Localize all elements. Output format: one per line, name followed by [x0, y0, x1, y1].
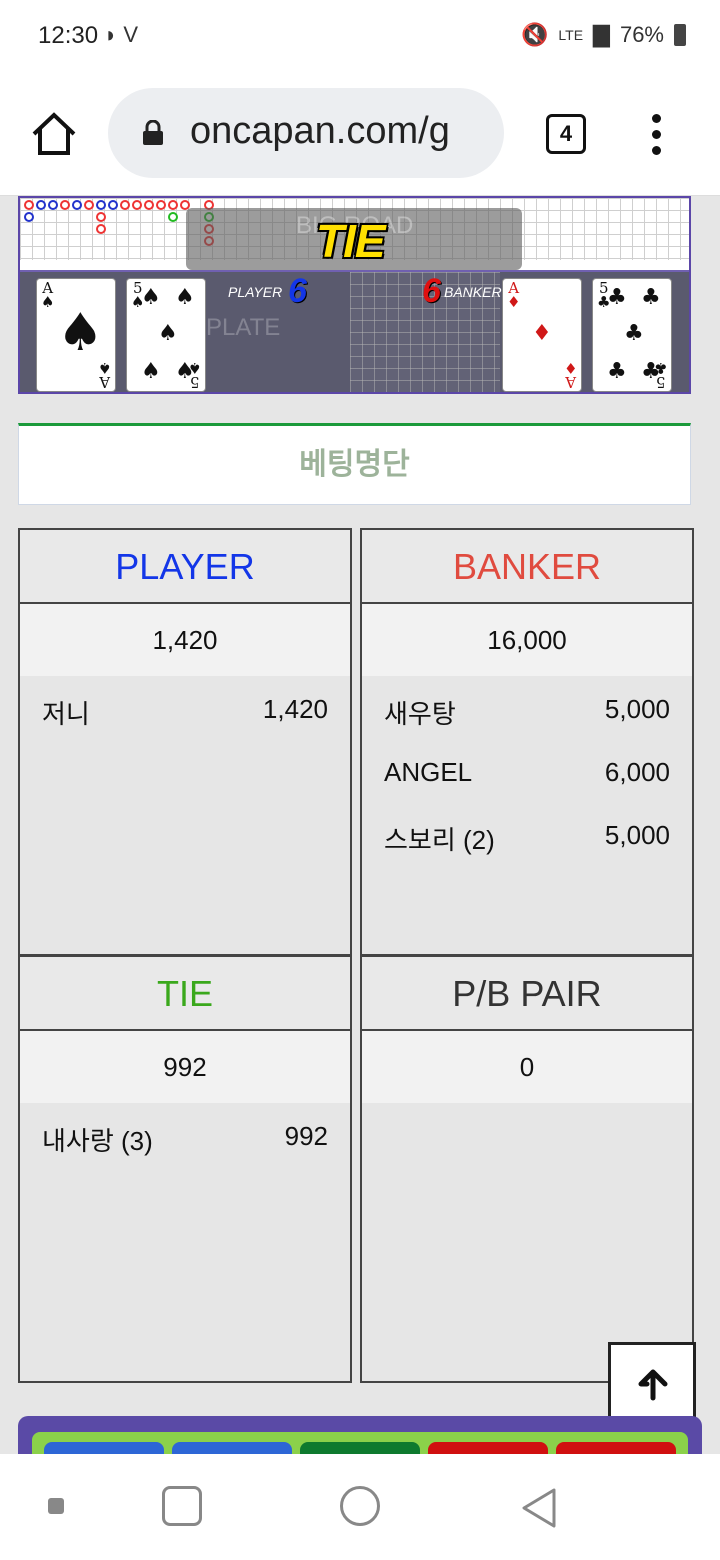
- spade-icon: ♠: [175, 285, 195, 310]
- spade-icon: ♠: [141, 285, 161, 310]
- card-panel: PLATE A ♠ ♠ A ♠ 5 ♠ ♠ ♠ ♠ ♠ ♠ 5 ♠ PLAYER 6 6…: [20, 270, 689, 392]
- list-item: ANGEL 6,000: [362, 739, 692, 802]
- bet-amount: 5,000: [604, 694, 670, 724]
- banker-score-label: BANKER: [444, 284, 502, 300]
- url-text: oncapan.com/g: [190, 110, 450, 152]
- bet-amount: 992: [284, 1121, 328, 1151]
- notification-icons: ◗ V: [104, 22, 139, 47]
- pair-bet-panel: P/B PAIR 0: [360, 955, 694, 1383]
- status-time: 12:30: [38, 22, 99, 49]
- spade-icon: ♠: [57, 303, 104, 363]
- battery-text: 76%: [619, 22, 664, 47]
- banker-bet-panel: BANKER 16,000 새우탕 5,000 ANGEL 6,000 스보리 …: [360, 528, 694, 956]
- bet-amount: 6,000: [604, 757, 670, 787]
- home-nav-icon[interactable]: [340, 1486, 380, 1526]
- list-item: 새우탕 5,000: [362, 676, 692, 739]
- game-board: BIG ROAD TIE PLATE A ♠ ♠ A ♠ 5 ♠ ♠ ♠ ♠ ♠ ♠ …: [18, 196, 691, 394]
- recents-icon[interactable]: [162, 1486, 202, 1526]
- bettor-name: ANGEL: [384, 757, 473, 787]
- browser-toolbar: oncapan.com/g 4: [0, 72, 720, 196]
- tab-switcher-button[interactable]: 4: [546, 114, 586, 154]
- player-card-2: 5 ♠ ♠ ♠ ♠ ♠ ♠ 5 ♠: [126, 278, 206, 392]
- banker-card-1: A ♦ ♦ A ♦: [502, 278, 582, 392]
- network-label: LTE: [558, 27, 584, 43]
- bet-amount: 1,420: [262, 694, 328, 724]
- more-menu-icon[interactable]: [648, 114, 664, 158]
- list-item: 스보리 (2) 5,000: [362, 802, 692, 865]
- betting-list-title: 베팅명단: [299, 448, 410, 481]
- diamond-icon: ♦: [532, 321, 552, 346]
- back-icon[interactable]: [518, 1486, 558, 1530]
- tie-bet-panel: TIE 992 내사랑 (3) 992: [18, 955, 352, 1383]
- banker-panel-title: BANKER: [362, 530, 692, 604]
- spade-icon: ♠: [141, 359, 161, 384]
- pair-panel-total: 0: [362, 1031, 692, 1103]
- bettor-name: 스보리 (2): [384, 825, 495, 855]
- android-nav-bar: [0, 1454, 720, 1560]
- list-item: 저니 1,420: [20, 676, 350, 739]
- player-panel-title: PLAYER: [20, 530, 350, 604]
- banker-card-2: 5 ♣ ♣ ♣ ♣ ♣ ♣ 5 ♣: [592, 278, 672, 392]
- banker-panel-total: 16,000: [362, 604, 692, 676]
- player-card-1-rank: A ♠: [41, 279, 55, 311]
- bettor-name: 내사랑 (3): [42, 1126, 153, 1156]
- arrow-up-icon: [638, 1369, 668, 1401]
- result-banner-text: TIE: [316, 215, 386, 267]
- plate-label: PLATE: [206, 314, 281, 341]
- player-card-1: A ♠ ♠ A ♠: [36, 278, 116, 392]
- bettor-name: 새우탕: [384, 699, 456, 729]
- tie-panel-title: TIE: [20, 957, 350, 1031]
- bet-amount: 5,000: [604, 820, 670, 850]
- home-icon[interactable]: [30, 110, 78, 158]
- banker-score: 6: [422, 272, 441, 310]
- player-panel-total: 1,420: [20, 604, 350, 676]
- club-icon: ♣: [641, 285, 661, 310]
- status-right: 🔇 LTE ▇ 76%: [521, 22, 686, 48]
- club-icon: ♣: [607, 359, 627, 384]
- address-bar[interactable]: oncapan.com/g: [108, 88, 504, 178]
- mute-icon: 🔇: [520, 22, 549, 47]
- pair-panel-title: P/B PAIR: [362, 957, 692, 1031]
- spade-icon: ♠: [158, 321, 178, 346]
- player-score-label: PLAYER: [228, 284, 283, 300]
- list-item: 내사랑 (3) 992: [20, 1103, 350, 1166]
- club-icon: ♣: [607, 285, 627, 310]
- menu-icon[interactable]: [48, 1498, 64, 1514]
- lock-icon: [143, 120, 163, 145]
- status-bar: 12:30 ◗ V 🔇 LTE ▇ 76%: [0, 0, 720, 72]
- club-icon: ♣: [624, 321, 644, 346]
- player-score: 6: [288, 272, 307, 310]
- tie-panel-total: 992: [20, 1031, 350, 1103]
- player-bet-panel: PLAYER 1,420 저니 1,420: [18, 528, 352, 956]
- bettor-name: 저니: [42, 699, 90, 729]
- battery-icon: [674, 24, 686, 46]
- signal-icon: ▇: [593, 22, 610, 47]
- betting-list-header: 베팅명단: [18, 423, 691, 505]
